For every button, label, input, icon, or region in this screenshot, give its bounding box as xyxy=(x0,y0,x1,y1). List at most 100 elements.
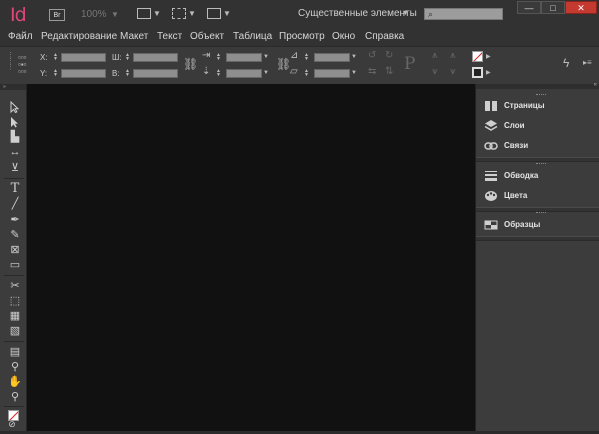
panel-label: Обводка xyxy=(504,171,539,180)
menu-help[interactable]: Справка xyxy=(365,31,404,42)
menu-table[interactable]: Таблица xyxy=(233,31,272,42)
menu-window[interactable]: Окно xyxy=(332,31,355,42)
pencil-tool-icon[interactable]: ✎ xyxy=(8,229,22,241)
rotate-cw-icon[interactable]: ↻ xyxy=(385,51,393,61)
shear-field[interactable] xyxy=(314,69,350,78)
scale-x-field[interactable] xyxy=(226,53,262,62)
direct-selection-tool-icon[interactable] xyxy=(8,116,22,128)
flip-vertical-icon[interactable]: ⇅ xyxy=(385,67,393,77)
select-container-icon[interactable]: ⩚ xyxy=(432,51,438,61)
zoom-level[interactable]: 100% xyxy=(81,9,107,20)
constrain-proportions-icon[interactable]: ⛓ xyxy=(183,58,198,70)
panel-dock: « Страницы Слои Связи Обводка Цвета Обра… xyxy=(475,82,599,431)
select-next-icon[interactable]: ⩛ xyxy=(450,67,456,77)
panel-item-layers[interactable]: Слои xyxy=(484,119,594,133)
menu-type[interactable]: Текст xyxy=(157,31,182,42)
rotate-stepper-icon[interactable]: ▲ ▼ xyxy=(304,53,309,62)
window-controls: — □ ✕ xyxy=(517,0,597,16)
zoom-dropdown-icon[interactable]: ▼ xyxy=(111,10,119,19)
chevron-down-icon: ▼ xyxy=(188,9,196,18)
menu-layout[interactable]: Макет xyxy=(120,31,148,42)
rectangle-frame-tool-icon[interactable]: ⊠ xyxy=(8,244,22,256)
tools-collapse-icon[interactable]: » xyxy=(0,84,26,90)
eyedropper-tool-icon[interactable]: ⚲ xyxy=(8,361,22,373)
select-previous-icon[interactable]: ⩚ xyxy=(450,51,456,61)
view-options-icon xyxy=(137,8,151,19)
page-tool-icon[interactable]: ▙ xyxy=(8,131,22,143)
scale-y-field[interactable] xyxy=(226,69,262,78)
workspace-switcher[interactable]: Существенные элементы xyxy=(298,8,417,19)
menu-file[interactable]: Файл xyxy=(8,31,33,42)
menu-object[interactable]: Объект xyxy=(190,31,224,42)
minimize-button[interactable]: — xyxy=(517,1,541,14)
panel-item-stroke[interactable]: Обводка xyxy=(484,169,594,183)
close-button[interactable]: ✕ xyxy=(565,1,597,14)
group-grip[interactable] xyxy=(536,212,546,214)
panel-label: Слои xyxy=(504,121,525,130)
menu-bar: Файл Редактирование Макет Текст Объект Т… xyxy=(0,28,599,46)
gradient-feather-tool-icon[interactable]: ▧ xyxy=(8,325,22,337)
constrain-scale-icon[interactable]: ⛓ xyxy=(276,58,291,70)
height-field[interactable] xyxy=(133,69,178,78)
title-bar: Id Br 100% ▼ ▼ ▼ ▼ Существенные элементы… xyxy=(0,0,599,28)
x-field[interactable] xyxy=(61,53,106,62)
shear-dropdown-icon[interactable]: ▼ xyxy=(351,68,357,78)
zoom-tool-icon[interactable]: ⚲ xyxy=(8,391,22,403)
rotate-dropdown-icon[interactable]: ▼ xyxy=(351,52,357,62)
hand-tool-icon[interactable]: ✋ xyxy=(8,376,22,388)
panel-label: Цвета xyxy=(504,191,528,200)
scale-x-stepper-icon[interactable]: ▲ ▼ xyxy=(216,53,221,62)
menu-edit[interactable]: Редактирование xyxy=(41,31,117,42)
group-grip[interactable] xyxy=(536,94,546,96)
x-stepper-icon[interactable]: ▲ ▼ xyxy=(53,53,58,62)
width-field[interactable] xyxy=(133,53,178,62)
stroke-swatch-icon[interactable] xyxy=(472,51,483,62)
group-grip[interactable] xyxy=(536,163,546,165)
type-tool-icon[interactable]: T xyxy=(8,182,22,195)
shear-stepper-icon[interactable]: ▲ ▼ xyxy=(304,69,309,78)
scissors-tool-icon[interactable]: ✂ xyxy=(8,280,22,292)
rotate-field[interactable] xyxy=(314,53,350,62)
bridge-button[interactable]: Br xyxy=(49,9,65,21)
scale-y-stepper-icon[interactable]: ▲ ▼ xyxy=(216,69,221,78)
free-transform-tool-icon[interactable]: ⬚ xyxy=(8,295,22,307)
panel-item-color[interactable]: Цвета xyxy=(484,189,594,203)
fill-swatch-icon[interactable] xyxy=(472,67,483,78)
select-content-icon[interactable]: ⩛ xyxy=(432,67,438,77)
y-label: Y: xyxy=(40,69,48,78)
quick-apply-icon[interactable]: ϟ xyxy=(563,57,569,69)
reference-point-icon[interactable]: ▫▫▫ ▫▪▫ ▫▫▫ xyxy=(18,54,27,76)
line-tool-icon[interactable]: ╱ xyxy=(8,198,22,210)
search-icon: ⌕ xyxy=(428,9,434,19)
gradient-swatch-tool-icon[interactable]: ▦ xyxy=(8,310,22,322)
y-field[interactable] xyxy=(61,69,106,78)
control-panel: ⋮ ⋮ ⋮ ▫▫▫ ▫▪▫ ▫▫▫ X: ▲ ▼ Y: ▲ ▼ Ш: ▲ ▼ В: ▲ ▼ ⛓ … xyxy=(0,46,599,86)
panel-menu-icon[interactable]: ▸≡ xyxy=(583,58,592,68)
menu-view[interactable]: Просмотр xyxy=(279,31,325,42)
note-tool-icon[interactable]: ▤ xyxy=(8,346,22,358)
panel-label: Образцы xyxy=(504,220,541,229)
scale-y-dropdown-icon[interactable]: ▼ xyxy=(263,68,269,78)
height-stepper-icon[interactable]: ▲ ▼ xyxy=(125,69,130,78)
maximize-button[interactable]: □ xyxy=(541,1,565,14)
y-stepper-icon[interactable]: ▲ ▼ xyxy=(53,69,58,78)
fill-dropdown-icon[interactable]: ▶ xyxy=(486,68,491,78)
dock-expand-icon[interactable]: « xyxy=(594,82,597,88)
content-collector-icon[interactable]: ⊻ xyxy=(8,162,22,174)
pen-tool-icon[interactable]: ✒ xyxy=(8,214,22,226)
view-mode-icon[interactable]: ⊘ xyxy=(5,418,19,430)
flip-horizontal-icon[interactable]: ⇆ xyxy=(368,67,376,77)
stroke-dropdown-icon[interactable]: ▶ xyxy=(486,52,491,62)
selection-tool-icon[interactable] xyxy=(8,101,22,113)
workspace-dropdown-icon[interactable]: ▼ xyxy=(402,10,409,17)
width-stepper-icon[interactable]: ▲ ▼ xyxy=(125,53,130,62)
panel-item-links[interactable]: Связи xyxy=(484,139,594,153)
document-canvas[interactable] xyxy=(27,84,475,431)
gap-tool-icon[interactable]: ↔ xyxy=(8,146,22,158)
rotate-ccw-icon[interactable]: ↺ xyxy=(368,51,376,61)
rectangle-tool-icon[interactable]: ▭ xyxy=(8,259,22,271)
search-field[interactable]: ⌕ xyxy=(424,8,503,20)
panel-item-swatches[interactable]: Образцы xyxy=(484,218,594,232)
scale-x-dropdown-icon[interactable]: ▼ xyxy=(263,52,269,62)
panel-item-pages[interactable]: Страницы xyxy=(484,99,594,113)
